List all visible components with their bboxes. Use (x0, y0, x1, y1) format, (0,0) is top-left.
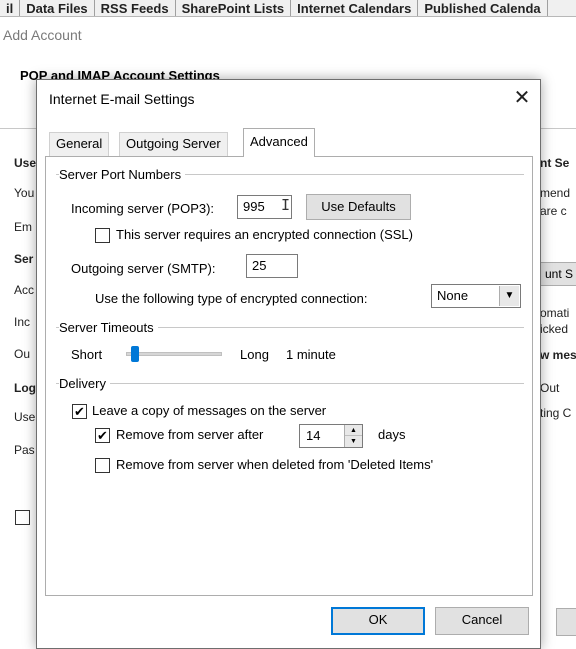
remove-after-label: Remove from server after (116, 427, 264, 442)
timeout-slider-track[interactable] (126, 352, 222, 356)
background-right-text: ting C (540, 406, 572, 420)
tab-advanced[interactable]: Advanced (243, 128, 315, 157)
dialog-title: Internet E-mail Settings (49, 91, 195, 107)
tab-general[interactable]: General (49, 132, 110, 156)
remove-deleted-label: Remove from server when deleted from 'De… (116, 457, 434, 472)
background-tab[interactable]: il (0, 0, 21, 16)
timeout-short-label: Short (71, 347, 103, 362)
use-defaults-button[interactable]: Use Defaults (306, 194, 411, 220)
background-button[interactable]: unt S (540, 262, 576, 286)
stepper-buttons: ▲ ▼ (344, 425, 362, 447)
background-right-text: icked (540, 322, 569, 336)
background-tab-data-files[interactable]: Data Files (20, 0, 95, 16)
encryption-type-label: Use the following type of encrypted conn… (95, 291, 368, 306)
background-left-text: You (14, 186, 35, 200)
timeout-long-label: Long (240, 347, 269, 362)
text-cursor-icon: I (281, 196, 291, 214)
stepper-down-icon[interactable]: ▼ (345, 436, 362, 447)
chevron-down-icon: ▼ (499, 286, 519, 306)
remove-deleted-checkbox[interactable] (95, 458, 110, 473)
background-right-text: omati (540, 306, 570, 320)
background-tab-internet-calendars[interactable]: Internet Calendars (291, 0, 419, 16)
background-right-text: mend (540, 186, 571, 200)
remove-after-checkbox[interactable]: ✔ (95, 428, 110, 443)
background-left-text: Ou (14, 347, 31, 361)
background-window-title: Add Account (3, 27, 82, 43)
background-left-text: Em (14, 220, 32, 234)
days-stepper[interactable]: 14 ▲ ▼ (299, 424, 363, 448)
background-right-text: Out (540, 381, 560, 395)
encryption-type-select[interactable]: None ▼ (431, 284, 521, 308)
background-left-text: Inc (14, 315, 31, 329)
background-tab-published-calendars[interactable]: Published Calenda (418, 0, 548, 16)
stepper-up-icon[interactable]: ▲ (345, 425, 362, 436)
background-left-text: Log (14, 381, 36, 395)
background-right-text: w mes (540, 348, 576, 362)
internet-email-settings-dialog: Internet E-mail Settings ✕ General Outgo… (36, 79, 541, 649)
cancel-button[interactable]: Cancel (435, 607, 529, 635)
days-label: days (378, 427, 406, 442)
incoming-server-label: Incoming server (POP3): (71, 201, 215, 216)
advanced-tab-panel: Server Port Numbers Incoming server (POP… (45, 156, 533, 596)
ssl-label: This server requires an encrypted connec… (116, 227, 413, 242)
timeout-value: 1 minute (286, 347, 336, 362)
ssl-checkbox[interactable] (95, 228, 110, 243)
close-icon[interactable]: ✕ (511, 87, 533, 109)
outgoing-server-label: Outgoing server (SMTP): (71, 261, 216, 276)
outgoing-port-value: 25 (252, 258, 267, 273)
timeout-slider-thumb[interactable] (131, 346, 139, 362)
group-divider (56, 383, 524, 384)
background-left-text: Acc (14, 283, 35, 297)
background-right-text: nt Se (540, 156, 570, 170)
delivery-heading: Delivery (59, 376, 110, 391)
leave-copy-checkbox[interactable]: ✔ (72, 404, 87, 419)
outgoing-port-input[interactable]: 25 (246, 254, 298, 278)
background-left-text: Use (14, 410, 36, 424)
server-port-numbers-heading: Server Port Numbers (59, 167, 186, 182)
background-tab-rss-feeds[interactable]: RSS Feeds (95, 0, 176, 16)
tab-outgoing-server[interactable]: Outgoing Server (119, 132, 228, 156)
encryption-type-value: None (437, 288, 469, 303)
days-value: 14 (306, 428, 321, 443)
background-tab-sharepoint-lists[interactable]: SharePoint Lists (176, 0, 292, 16)
server-timeouts-heading: Server Timeouts (59, 320, 158, 335)
background-checkbox[interactable] (15, 510, 30, 525)
background-left-text: Ser (14, 252, 34, 266)
incoming-port-value: 995 (243, 199, 265, 214)
background-right-text: are c (540, 204, 567, 218)
background-bottom-button[interactable] (556, 608, 576, 636)
leave-copy-label: Leave a copy of messages on the server (92, 403, 327, 418)
background-tab-bar: il Data Files RSS Feeds SharePoint Lists Int… (0, 0, 576, 17)
background-left-text: Use (14, 156, 37, 170)
background-left-text: Pas (14, 443, 35, 457)
ok-button[interactable]: OK (331, 607, 425, 635)
